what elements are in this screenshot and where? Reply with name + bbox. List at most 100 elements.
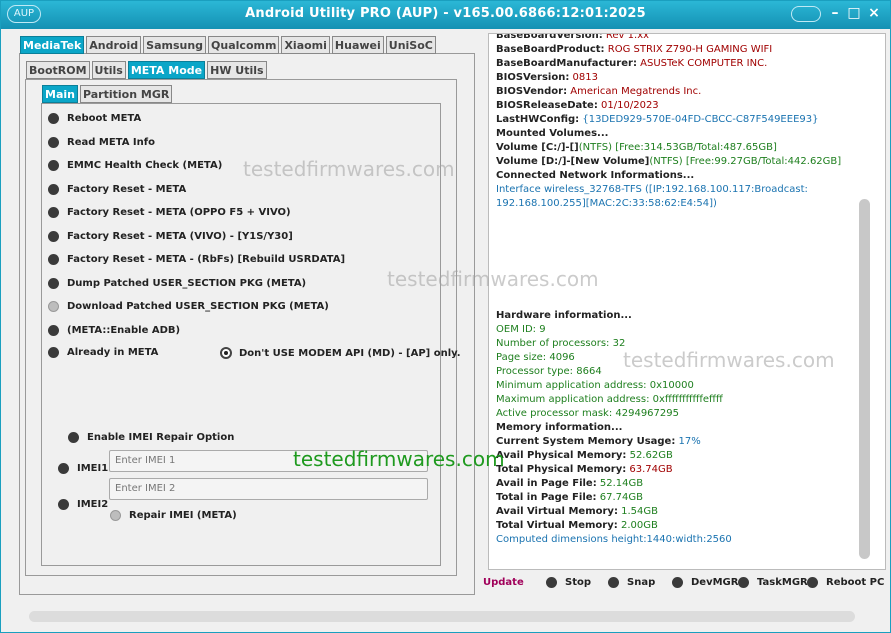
log-line: Volume [D:/]-[New Volume](NTFS) [Free:99… bbox=[496, 156, 842, 167]
bullet-icon bbox=[48, 231, 59, 242]
imei1-option[interactable]: IMEI1 bbox=[58, 463, 108, 474]
mode-tabs: BootROM Utils META Mode HW Utils bbox=[26, 61, 267, 79]
stop-button[interactable]: Stop bbox=[546, 577, 591, 588]
tab-meta-mode[interactable]: META Mode bbox=[127, 61, 206, 79]
log-line: Number of processors: 32 bbox=[496, 338, 626, 349]
taskmgr-button[interactable]: TaskMGR bbox=[738, 577, 808, 588]
bullet-icon bbox=[48, 160, 59, 171]
brand-tabs: MediaTek Android Samsung Qualcomm Xiaomi… bbox=[20, 36, 436, 54]
log-line: BaseBoardProduct: ROG STRIX Z790-H GAMIN… bbox=[496, 44, 773, 55]
emmc-health-check-button[interactable]: EMMC Health Check (META) bbox=[48, 160, 222, 171]
tab-hw-utils[interactable]: HW Utils bbox=[207, 61, 267, 79]
log-line: Volume [C:/]-[](NTFS) [Free:314.53GB/Tot… bbox=[496, 142, 777, 153]
log-line: Total Virtual Memory: 2.00GB bbox=[496, 520, 658, 531]
item-label: Repair IMEI (META) bbox=[129, 510, 237, 521]
window-title: Android Utility PRO (AUP) - v165.00.6866… bbox=[245, 6, 646, 21]
dump-patched-pkg-button[interactable]: Dump Patched USER_SECTION PKG (META) bbox=[48, 278, 306, 289]
watermark-text: testedfirmwares.com bbox=[387, 267, 599, 291]
log-line: Computed dimensions height:1440:width:25… bbox=[496, 534, 732, 545]
tab-android[interactable]: Android bbox=[86, 36, 142, 54]
update-link[interactable]: Update bbox=[483, 577, 524, 588]
enable-adb-button[interactable]: (META::Enable ADB) bbox=[48, 325, 180, 336]
devmgr-button[interactable]: DevMGR bbox=[672, 577, 738, 588]
stop-icon bbox=[546, 577, 557, 588]
repair-imei-button[interactable]: Repair IMEI (META) bbox=[110, 510, 237, 521]
brand-badge-icon bbox=[791, 6, 821, 22]
log-line: Avail in Page File: 52.14GB bbox=[496, 478, 644, 489]
factory-reset-meta-button[interactable]: Factory Reset - META bbox=[48, 184, 186, 195]
log-line: Memory information... bbox=[496, 422, 623, 433]
radio-icon bbox=[220, 347, 232, 359]
log-line: BIOSReleaseDate: 01/10/2023 bbox=[496, 100, 659, 111]
checkbox-icon bbox=[48, 347, 59, 358]
tab-main[interactable]: Main bbox=[42, 85, 78, 103]
item-label: Don't USE MODEM API (MD) - [AP] only. bbox=[239, 347, 461, 359]
close-button[interactable]: × bbox=[866, 4, 882, 22]
taskmgr-icon bbox=[738, 577, 749, 588]
log-line: Connected Network Informations... bbox=[496, 170, 695, 181]
no-modem-api-radio[interactable]: Don't USE MODEM API (MD) - [AP] only. bbox=[220, 347, 461, 359]
log-line: Total Physical Memory: 63.74GB bbox=[496, 464, 673, 475]
reboot-pc-label: Reboot PC bbox=[826, 577, 885, 588]
reboot-meta-button[interactable]: Reboot META bbox=[48, 113, 141, 124]
log-scrollbar[interactable] bbox=[859, 199, 870, 559]
item-label: Factory Reset - META bbox=[67, 184, 187, 195]
item-label: EMMC Health Check (META) bbox=[67, 160, 223, 171]
bullet-icon bbox=[48, 113, 59, 124]
log-line: Interface wireless_32768-TFS ([IP:192.16… bbox=[496, 184, 808, 195]
progress-bar bbox=[29, 611, 855, 622]
log-line: Page size: 4096 bbox=[496, 352, 575, 363]
bullet-icon bbox=[48, 278, 59, 289]
tab-bootrom[interactable]: BootROM bbox=[26, 61, 90, 79]
watermark-text: testedfirmwares.com bbox=[293, 447, 505, 471]
tab-qualcomm[interactable]: Qualcomm bbox=[208, 36, 280, 54]
already-in-meta-checkbox[interactable]: Already in META bbox=[48, 347, 158, 358]
read-meta-info-button[interactable]: Read META Info bbox=[48, 137, 155, 148]
item-label: Read META Info bbox=[67, 137, 155, 148]
reboot-icon bbox=[807, 577, 818, 588]
log-line: Total in Page File: 67.74GB bbox=[496, 492, 643, 503]
item-label: Dump Patched USER_SECTION PKG (META) bbox=[67, 278, 307, 289]
factory-reset-vivo-button[interactable]: Factory Reset - META (VIVO) - [Y1S/Y30] bbox=[48, 231, 293, 242]
snap-icon bbox=[608, 577, 619, 588]
log-line: LastHWConfig: {13DED929-570E-04FD-CBCC-C… bbox=[496, 114, 819, 125]
imei2-label: IMEI2 bbox=[77, 499, 109, 510]
imei2-input[interactable]: Enter IMEI 2 bbox=[109, 478, 428, 500]
enable-imei-repair-checkbox[interactable]: Enable IMEI Repair Option bbox=[68, 432, 234, 443]
checkbox-icon bbox=[58, 463, 69, 474]
log-line: OEM ID: 9 bbox=[496, 324, 546, 335]
tab-mediatek[interactable]: MediaTek bbox=[20, 36, 85, 54]
app-window: AUP Android Utility PRO (AUP) - v165.00.… bbox=[0, 0, 891, 633]
log-line: Mounted Volumes... bbox=[496, 128, 609, 139]
tab-samsung[interactable]: Samsung bbox=[143, 36, 207, 54]
tab-huawei[interactable]: Huawei bbox=[331, 36, 384, 54]
bullet-icon bbox=[48, 301, 59, 312]
log-panel: BaseBoardVersion: Rev 1.xx BaseBoardProd… bbox=[488, 33, 886, 570]
tab-xiaomi[interactable]: Xiaomi bbox=[281, 36, 330, 54]
imei2-option[interactable]: IMEI2 bbox=[58, 499, 108, 510]
tab-partition-mgr[interactable]: Partition MGR bbox=[79, 85, 173, 103]
watermark-text: testedfirmwares.com bbox=[243, 157, 455, 181]
factory-reset-oppo-vivo-button[interactable]: Factory Reset - META (OPPO F5 + VIVO) bbox=[48, 207, 291, 218]
factory-reset-rbfs-button[interactable]: Factory Reset - META - (RbFs) [Rebuild U… bbox=[48, 254, 345, 265]
item-label: Download Patched USER_SECTION PKG (META) bbox=[67, 301, 329, 312]
taskmgr-label: TaskMGR bbox=[757, 577, 808, 588]
tab-unisoc[interactable]: UniSoC bbox=[385, 36, 436, 54]
devmgr-icon bbox=[672, 577, 683, 588]
log-line: Hardware information... bbox=[496, 310, 632, 321]
snap-button[interactable]: Snap bbox=[608, 577, 655, 588]
item-label: Already in META bbox=[67, 347, 159, 358]
reboot-pc-button[interactable]: Reboot PC bbox=[807, 577, 884, 588]
log-line: BIOSVendor: American Megatrends Inc. bbox=[496, 86, 702, 97]
tab-utils[interactable]: Utils bbox=[91, 61, 126, 79]
bullet-icon bbox=[48, 184, 59, 195]
log-line: BIOSVersion: 0813 bbox=[496, 72, 598, 83]
bullet-icon bbox=[48, 325, 59, 336]
item-label: Factory Reset - META - (RbFs) [Rebuild U… bbox=[67, 254, 346, 265]
maximize-button[interactable]: □ bbox=[846, 4, 862, 22]
devmgr-label: DevMGR bbox=[691, 577, 739, 588]
minimize-button[interactable]: – bbox=[827, 4, 843, 22]
download-patched-pkg-button[interactable]: Download Patched USER_SECTION PKG (META) bbox=[48, 301, 329, 312]
item-label: (META::Enable ADB) bbox=[67, 325, 181, 336]
item-label: Reboot META bbox=[67, 113, 142, 124]
